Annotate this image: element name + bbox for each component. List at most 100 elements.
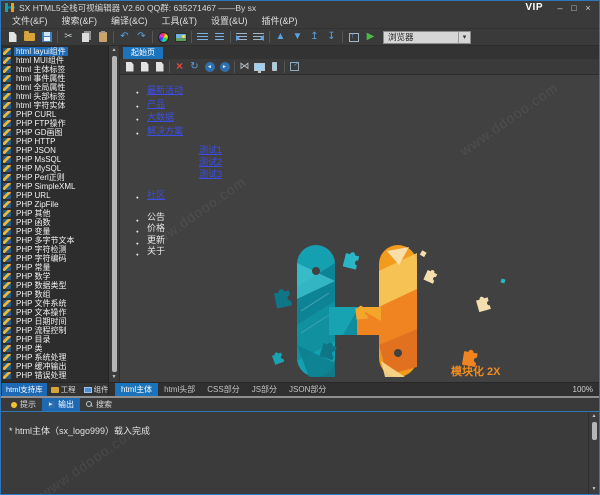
- sidebar-item[interactable]: PHP 数组: [1, 290, 108, 299]
- sidebar-item[interactable]: PHP Perl正则: [1, 173, 108, 182]
- close-page-icon[interactable]: [172, 60, 187, 74]
- community-link[interactable]: 社区: [147, 190, 165, 200]
- export-page-icon[interactable]: [152, 60, 167, 74]
- move-top-icon[interactable]: [306, 30, 323, 45]
- merge-view-icon[interactable]: [237, 60, 252, 74]
- sidebar-item[interactable]: PHP 变量: [1, 227, 108, 236]
- deploy-icon[interactable]: [345, 30, 362, 45]
- maximize-button[interactable]: □: [567, 2, 581, 14]
- new-page-icon[interactable]: [122, 60, 137, 74]
- color-picker-icon[interactable]: [155, 30, 172, 45]
- save-icon[interactable]: [38, 30, 55, 45]
- cut-icon[interactable]: [60, 30, 77, 45]
- menu-item[interactable]: 编译(&C): [104, 14, 155, 28]
- tab-project[interactable]: 工程: [47, 383, 80, 396]
- sidebar-item[interactable]: PHP GD画图: [1, 128, 108, 137]
- sidebar-item[interactable]: PHP 其他: [1, 209, 108, 218]
- sidebar-item[interactable]: html MUI组件: [1, 56, 108, 65]
- output-scrollbar[interactable]: ▲ ▼: [588, 412, 599, 494]
- scroll-up-icon[interactable]: ▲: [112, 46, 117, 55]
- sidebar-item[interactable]: PHP 目录: [1, 335, 108, 344]
- sidebar-item[interactable]: PHP 系统处理: [1, 353, 108, 362]
- open-external-icon[interactable]: [287, 60, 302, 74]
- scroll-down-icon[interactable]: ▼: [592, 485, 597, 494]
- align-left-icon[interactable]: [194, 30, 211, 45]
- sidebar-item[interactable]: PHP 字符编码: [1, 254, 108, 263]
- insert-image-icon[interactable]: [172, 30, 189, 45]
- desktop-view-icon[interactable]: [252, 60, 267, 74]
- redo-icon[interactable]: [133, 30, 150, 45]
- vip-badge[interactable]: VIP: [525, 2, 543, 13]
- sidebar-item[interactable]: PHP 常量: [1, 263, 108, 272]
- move-bottom-icon[interactable]: [323, 30, 340, 45]
- sidebar-item[interactable]: PHP 文件系统: [1, 299, 108, 308]
- scrollbar-thumb[interactable]: [112, 56, 117, 372]
- align-center-icon[interactable]: [211, 30, 228, 45]
- undo-icon[interactable]: [116, 30, 133, 45]
- sidebar-item[interactable]: html layui组件: [1, 47, 108, 56]
- sidebar-item[interactable]: PHP 流程控制: [1, 326, 108, 335]
- sidebar-item[interactable]: PHP 字符检测: [1, 245, 108, 254]
- sidebar-item[interactable]: PHP 数据类型: [1, 281, 108, 290]
- scroll-up-icon[interactable]: ▲: [592, 412, 597, 421]
- move-down-icon[interactable]: [289, 30, 306, 45]
- minimize-button[interactable]: –: [553, 2, 567, 14]
- sidebar-item[interactable]: PHP 类: [1, 344, 108, 353]
- sidebar-item[interactable]: html 事件属性: [1, 74, 108, 83]
- menu-item[interactable]: 文件(&F): [5, 14, 55, 28]
- code-tab[interactable]: JS部分: [246, 383, 283, 396]
- preview-vertical-scrollbar[interactable]: ▲ ▼: [109, 46, 120, 382]
- sidebar-item[interactable]: PHP 多字节文本: [1, 236, 108, 245]
- tab-output[interactable]: 输出: [42, 398, 80, 411]
- sidebar-item[interactable]: PHP MsSQL: [1, 155, 108, 164]
- nav-link[interactable]: 产品: [147, 99, 165, 109]
- run-icon[interactable]: [362, 30, 379, 45]
- sidebar-item[interactable]: PHP 错误处理: [1, 371, 108, 380]
- nav-back-icon[interactable]: [202, 60, 217, 74]
- refresh-icon[interactable]: [187, 60, 202, 74]
- new-file-icon[interactable]: [4, 30, 21, 45]
- indent-icon[interactable]: [233, 30, 250, 45]
- sidebar-item[interactable]: PHP 缓冲输出: [1, 362, 108, 371]
- menu-item[interactable]: 插件(&P): [255, 14, 305, 28]
- close-button[interactable]: ×: [581, 2, 595, 14]
- browser-select[interactable]: 浏览器: [383, 31, 471, 44]
- sidebar-item[interactable]: PHP 数学: [1, 272, 108, 281]
- sidebar-item[interactable]: PHP CURL: [1, 110, 108, 119]
- move-up-icon[interactable]: [272, 30, 289, 45]
- sidebar-item[interactable]: PHP ZipFile: [1, 200, 108, 209]
- scroll-down-icon[interactable]: ▼: [112, 373, 117, 382]
- sidebar-item[interactable]: html 字符实体: [1, 101, 108, 110]
- code-tab[interactable]: html头部: [158, 383, 201, 396]
- test-link[interactable]: 测试2: [199, 156, 222, 168]
- paste-icon[interactable]: [94, 30, 111, 45]
- sidebar-item[interactable]: PHP JSON: [1, 146, 108, 155]
- sidebar-item[interactable]: html 主体标签: [1, 65, 108, 74]
- sidebar-item[interactable]: PHP 函数: [1, 218, 108, 227]
- sidebar-item[interactable]: PHP MySQL: [1, 164, 108, 173]
- menu-item[interactable]: 工具(&T): [155, 14, 205, 28]
- chevron-down-icon[interactable]: [458, 32, 470, 43]
- sidebar-item[interactable]: html 全局属性: [1, 83, 108, 92]
- sidebar-item[interactable]: PHP 日期时间: [1, 317, 108, 326]
- tab-start-page[interactable]: 起始页: [123, 47, 163, 59]
- import-page-icon[interactable]: [137, 60, 152, 74]
- nav-link[interactable]: 解决方案: [147, 126, 183, 136]
- copy-icon[interactable]: [77, 30, 94, 45]
- open-file-icon[interactable]: [21, 30, 38, 45]
- menu-item[interactable]: 设置(&U): [204, 14, 255, 28]
- mobile-view-icon[interactable]: [267, 60, 282, 74]
- code-tab[interactable]: html主体: [115, 383, 158, 396]
- code-tab[interactable]: JSON部分: [283, 383, 332, 396]
- sidebar-item[interactable]: PHP SimpleXML: [1, 182, 108, 191]
- tab-hints[interactable]: 提示: [5, 398, 42, 411]
- scrollbar-thumb[interactable]: [592, 422, 597, 440]
- nav-link[interactable]: 最新活动: [147, 85, 183, 95]
- tab-html-library[interactable]: html支持库: [2, 383, 47, 396]
- test-link[interactable]: 测试3: [199, 168, 222, 180]
- sidebar-item[interactable]: html 头部标签: [1, 92, 108, 101]
- sidebar-item[interactable]: PHP 文本操作: [1, 308, 108, 317]
- sidebar-item[interactable]: PHP HTTP: [1, 137, 108, 146]
- sidebar-item[interactable]: PHP URL: [1, 191, 108, 200]
- nav-link[interactable]: 大数据: [147, 112, 174, 122]
